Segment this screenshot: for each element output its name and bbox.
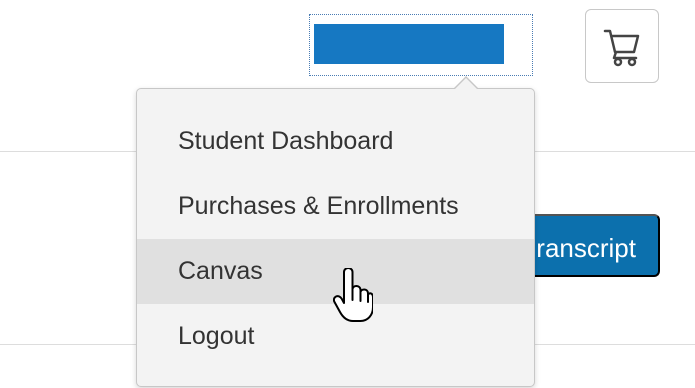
account-name-redaction	[314, 24, 504, 64]
menu-item-logout[interactable]: Logout	[137, 304, 534, 369]
account-dropdown-menu: Student Dashboard Purchases & Enrollment…	[136, 76, 535, 387]
shopping-cart-icon	[603, 29, 640, 67]
dropdown-arrow	[454, 78, 478, 90]
cart-button[interactable]	[585, 9, 659, 83]
transcript-button-label: ranscript	[536, 233, 636, 263]
menu-item-label: Purchases & Enrollments	[178, 192, 459, 220]
menu-item-student-dashboard[interactable]: Student Dashboard	[137, 109, 534, 174]
menu-item-label: Canvas	[178, 257, 263, 285]
dropdown-menu-list: Student Dashboard Purchases & Enrollment…	[137, 109, 534, 369]
menu-item-label: Logout	[178, 322, 255, 350]
menu-item-label: Student Dashboard	[178, 127, 394, 155]
menu-item-canvas[interactable]: Canvas	[137, 239, 534, 304]
account-menu-button[interactable]	[309, 14, 533, 76]
menu-item-purchases-enrollments[interactable]: Purchases & Enrollments	[137, 174, 534, 239]
